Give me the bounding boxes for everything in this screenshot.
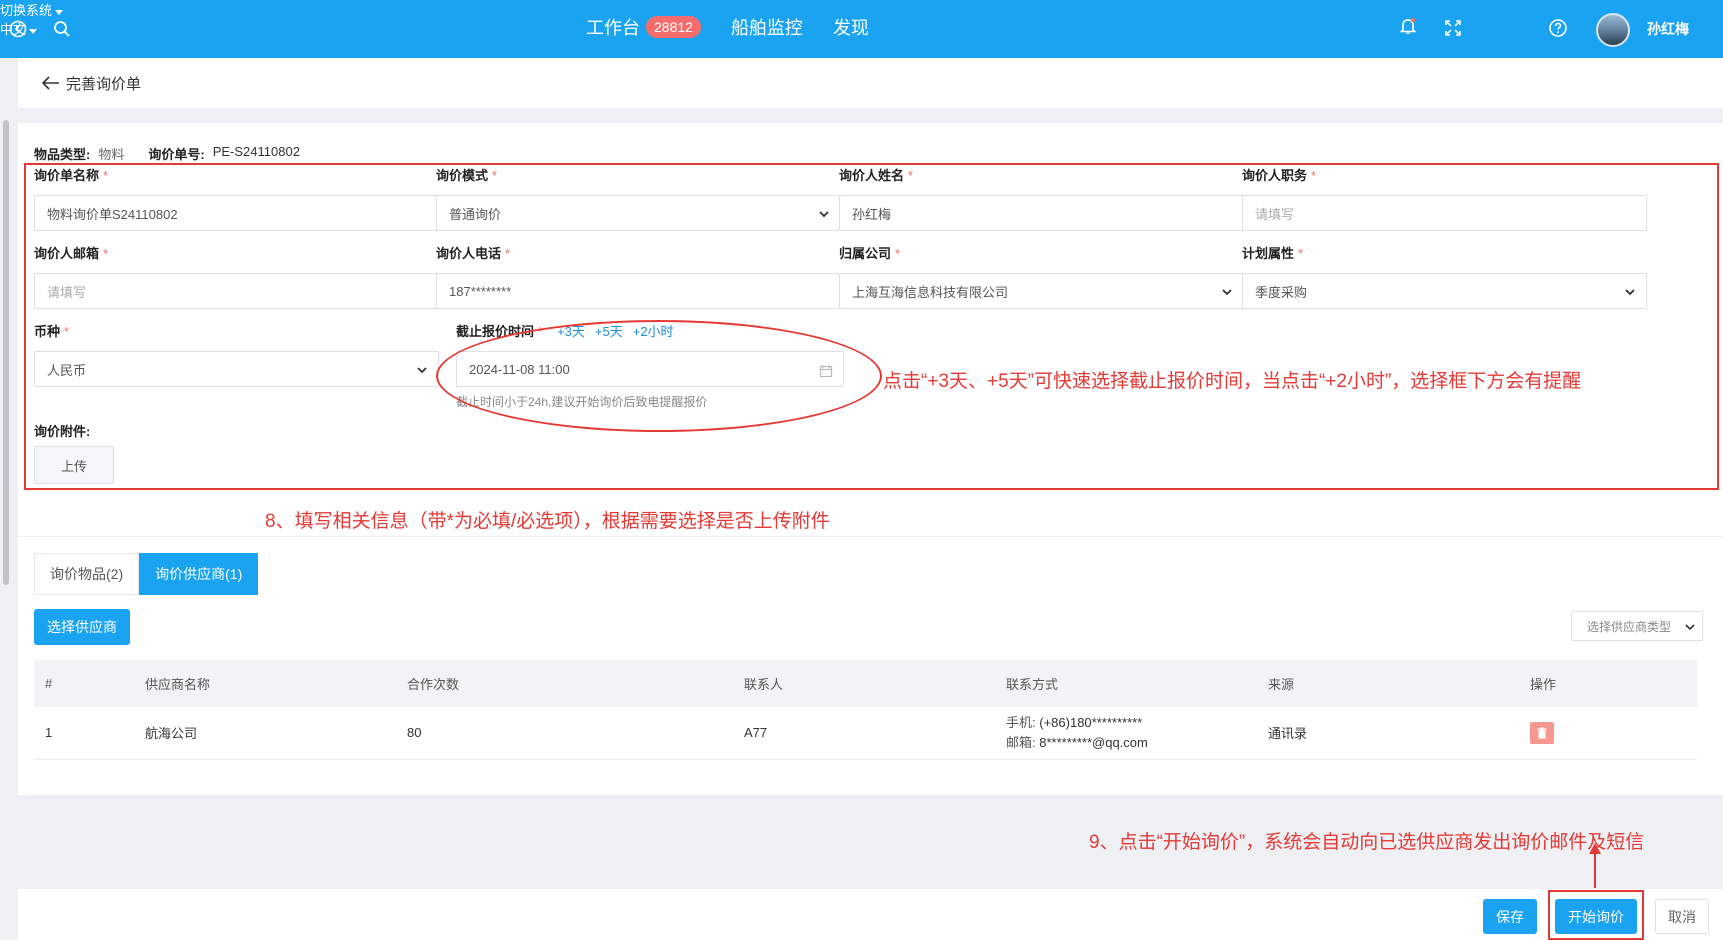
item-type-value: 物料 — [98, 147, 125, 162]
back-circle-icon[interactable] — [6, 17, 30, 41]
annotation-form-highlight — [24, 163, 1719, 490]
row-actions — [1519, 707, 1697, 760]
fullscreen-icon[interactable] — [1441, 16, 1465, 40]
col-actions: 操作 — [1519, 660, 1697, 707]
nav-discover[interactable]: 发现 — [833, 14, 869, 40]
chevron-down-icon — [1685, 624, 1695, 631]
supplier-table: # 供应商名称 合作次数 联系人 联系方式 来源 操作 1 航海公司 80 A7… — [34, 660, 1697, 760]
order-no-value: PE-S24110802 — [212, 144, 300, 159]
nav-workbench-label: 工作台 — [586, 18, 640, 38]
save-button[interactable]: 保存 — [1483, 899, 1537, 934]
page-header: 完善询价单 — [18, 58, 1723, 108]
tab-inquiry-suppliers[interactable]: 询价供应商(1) — [139, 553, 259, 595]
caret-down-icon — [55, 10, 64, 15]
supplier-tabs: 询价物品(2) 询价供应商(1) — [34, 553, 259, 595]
row-contact-info: 手机: (+86)180********** 邮箱: 8*********@qq… — [995, 707, 1257, 760]
supplier-card: 询价物品(2) 询价供应商(1) 选择供应商 选择供应商类型 # 供应商名称 合… — [18, 537, 1723, 795]
annotation-deadline-note: 点击“+3天、+5天”可快速选择截止报价时间，当点击“+2小时”，选择框下方会有… — [883, 371, 1582, 392]
footer-action-bar — [18, 889, 1723, 940]
arrow-left-icon — [42, 76, 59, 90]
annotation-step8: 8、填写相关信息（带*为必填/必选项），根据需要选择是否上传附件 — [265, 511, 830, 532]
row-supplier-name: 航海公司 — [134, 707, 396, 760]
annotation-step9: 9、点击“开始询价”，系统会自动向已选供应商发出询价邮件及短信 — [1089, 832, 1645, 853]
supplier-type-select[interactable]: 选择供应商类型 — [1571, 611, 1703, 641]
row-index: 1 — [34, 707, 134, 760]
user-avatar[interactable] — [1596, 13, 1630, 47]
main-nav: 工作台 28812 船舶监控 发现 — [586, 14, 869, 40]
nav-ship-monitor-label: 船舶监控 — [730, 18, 803, 38]
workbench-count-badge: 28812 — [646, 16, 701, 38]
row-contact: A77 — [733, 707, 995, 760]
caret-down-icon — [29, 29, 38, 34]
row-cooperation-count: 80 — [396, 707, 733, 760]
mobile-value: (+86)180********** — [1039, 714, 1143, 730]
nav-workbench[interactable]: 工作台 28812 — [586, 14, 701, 40]
bell-icon[interactable] — [1396, 14, 1420, 38]
col-source: 来源 — [1257, 660, 1519, 707]
nav-discover-label: 发现 — [832, 18, 869, 38]
table-row: 1 航海公司 80 A77 手机: (+86)180********** 邮箱:… — [34, 707, 1697, 760]
item-type-label: 物品类型: — [34, 147, 91, 162]
inquiry-meta: 物品类型: 物料 询价单号: PE-S24110802 — [34, 144, 300, 163]
order-no-label: 询价单号: — [148, 147, 205, 162]
select-supplier-button[interactable]: 选择供应商 — [34, 609, 130, 645]
cancel-button[interactable]: 取消 — [1655, 899, 1709, 934]
top-nav-bar: 工作台 28812 船舶监控 发现 切换系统 中文 孙红梅 — [0, 0, 1723, 58]
switch-system-label: 切换系统 — [0, 3, 53, 18]
search-icon[interactable] — [50, 17, 74, 41]
col-supplier-name: 供应商名称 — [134, 660, 396, 707]
page-title: 完善询价单 — [66, 75, 142, 93]
col-contact-info: 联系方式 — [995, 660, 1257, 707]
nav-ship-monitor[interactable]: 船舶监控 — [731, 14, 803, 40]
mobile-label: 手机: — [1006, 714, 1036, 730]
email-label: 邮箱: — [1006, 734, 1036, 750]
email-value: 8*********@qq.com — [1039, 734, 1148, 750]
back-button[interactable]: 完善询价单 — [42, 73, 141, 94]
col-cooperation-count: 合作次数 — [396, 660, 733, 707]
annotation-arrow-line — [1594, 852, 1596, 888]
col-contact: 联系人 — [733, 660, 995, 707]
scrollbar-thumb[interactable] — [3, 120, 9, 585]
col-index: # — [34, 660, 134, 707]
row-source: 通讯录 — [1257, 707, 1519, 760]
annotation-start-highlight — [1548, 890, 1644, 940]
table-header-row: # 供应商名称 合作次数 联系人 联系方式 来源 操作 — [34, 660, 1697, 707]
trash-icon — [1537, 727, 1547, 739]
tab-inquiry-items[interactable]: 询价物品(2) — [34, 553, 140, 595]
help-icon[interactable] — [1546, 16, 1570, 40]
delete-supplier-button[interactable] — [1530, 721, 1554, 744]
page-scrollbar[interactable] — [0, 58, 14, 940]
username[interactable]: 孙红梅 — [1647, 19, 1689, 39]
supplier-type-placeholder: 选择供应商类型 — [1587, 619, 1672, 634]
